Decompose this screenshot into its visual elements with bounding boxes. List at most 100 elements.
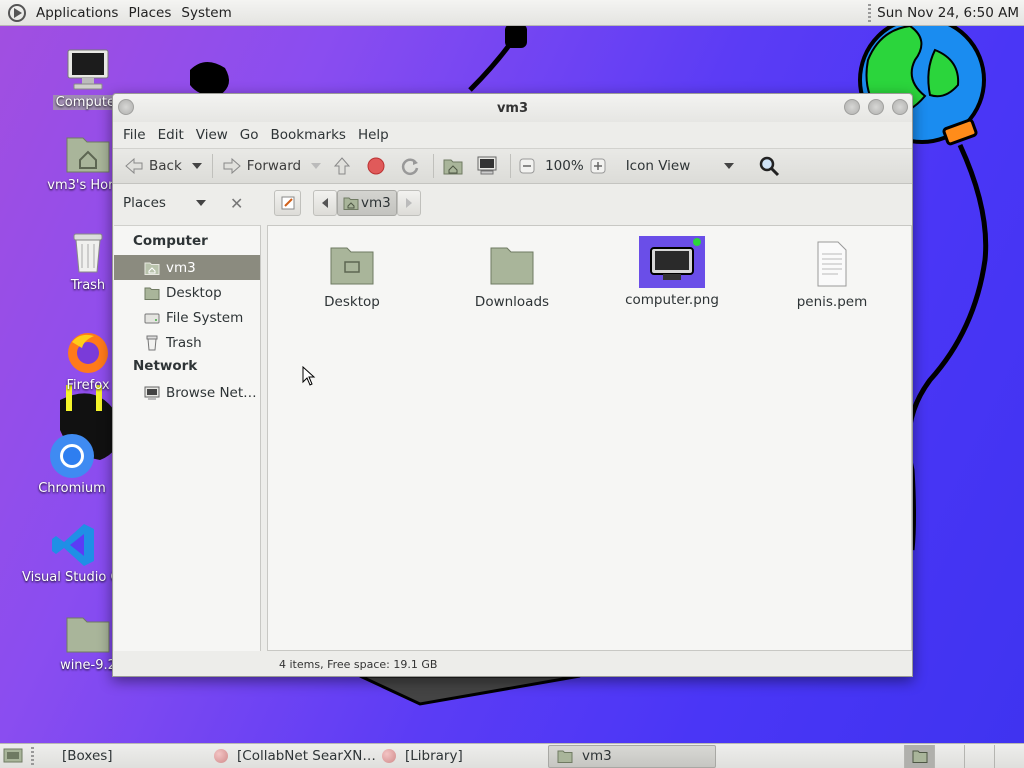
zoom-in-button[interactable] [586, 152, 614, 180]
computer-icon [477, 156, 497, 175]
path-scroll-right[interactable] [396, 190, 421, 216]
up-button[interactable] [327, 152, 361, 180]
menu-bar: File Edit View Go Bookmarks Help [113, 122, 912, 148]
applications-menu[interactable]: Applications [31, 5, 123, 21]
sidebar-item-browse-network[interactable]: Browse Net… [114, 380, 260, 405]
back-button[interactable]: Back [119, 152, 186, 180]
window-menu-button[interactable] [118, 99, 134, 115]
sidebar-item-label: Browse Net… [166, 384, 257, 401]
menu-go[interactable]: Go [234, 127, 265, 143]
forward-arrow-icon [223, 157, 241, 175]
file-view[interactable]: Desktop Downloads computer.png penis.pem [267, 225, 912, 651]
computer-button[interactable] [472, 152, 506, 180]
maximize-button[interactable] [868, 99, 884, 115]
path-bar: vm3 [274, 190, 421, 216]
reload-button[interactable] [395, 152, 429, 180]
task-label: [Boxes] [62, 748, 113, 764]
search-icon [759, 156, 780, 177]
minimize-button[interactable] [844, 99, 860, 115]
chromium-icon [50, 434, 94, 478]
show-desktop-icon[interactable] [3, 747, 23, 765]
browser-icon [382, 749, 396, 763]
workspace-3[interactable] [964, 744, 994, 768]
menu-help[interactable]: Help [352, 127, 395, 143]
search-button[interactable] [754, 152, 788, 180]
workspace-4[interactable] [994, 744, 1024, 768]
network-icon [144, 386, 160, 400]
back-history-dropdown[interactable] [191, 163, 202, 169]
places-menu[interactable]: Places [123, 5, 176, 21]
menu-view[interactable]: View [190, 127, 234, 143]
sidebar-item-file-system[interactable]: File System [114, 305, 260, 330]
distro-logo-icon[interactable] [7, 3, 27, 23]
workspace-1[interactable] [904, 744, 934, 768]
task-label: [CollabNet SearXN… [237, 748, 376, 764]
forward-button[interactable]: Forward [217, 152, 305, 180]
menu-edit[interactable]: Edit [152, 127, 190, 143]
zoom-in-icon [590, 158, 606, 174]
desktop-icon-chromium[interactable]: Chromium [17, 433, 127, 496]
panel-grip[interactable] [31, 747, 34, 765]
mouse-cursor-icon [302, 366, 316, 386]
file-name: Desktop [324, 294, 380, 310]
sidepane-selector-label: Places [123, 195, 166, 211]
zoom-out-button[interactable] [515, 152, 543, 180]
zoom-level[interactable]: 100% [543, 152, 586, 180]
close-sidepane-icon[interactable]: ✕ [230, 194, 243, 213]
file-item-downloads[interactable]: Downloads [452, 240, 572, 310]
home-folder-icon [343, 197, 359, 210]
panel-grip[interactable] [868, 3, 872, 22]
task-collabnet-searxng[interactable]: [CollabNet SearXN… [214, 745, 382, 768]
forward-label: Forward [246, 158, 302, 174]
back-label: Back [149, 158, 182, 174]
sidebar-item-vm3[interactable]: vm3 [114, 255, 260, 280]
path-scroll-left[interactable] [313, 190, 337, 216]
desktop-folder-icon [330, 247, 374, 285]
close-button[interactable] [892, 99, 908, 115]
home-icon [144, 262, 160, 275]
breadcrumb-vm3[interactable]: vm3 [337, 190, 397, 216]
home-button[interactable] [438, 152, 472, 180]
text-file-icon [817, 241, 847, 287]
sidebar-item-label: Desktop [166, 284, 222, 301]
stop-button[interactable] [361, 152, 395, 180]
menu-file[interactable]: File [117, 127, 152, 143]
zoom-out-icon [519, 158, 535, 174]
folder-icon [66, 617, 110, 653]
browser-icon [214, 749, 228, 763]
status-bar: 4 items, Free space: 19.1 GB [113, 651, 912, 677]
reload-icon [401, 158, 419, 175]
desktop-icon-label: wine-9.2 [60, 658, 116, 673]
sidebar-item-desktop[interactable]: Desktop [114, 280, 260, 305]
sidebar-item-label: Trash [166, 334, 202, 351]
vscode-icon [52, 524, 94, 566]
file-item-computer-png[interactable]: computer.png [612, 236, 732, 308]
chevron-down-icon [724, 163, 735, 169]
file-name: computer.png [625, 292, 719, 308]
firefox-icon [68, 333, 108, 373]
desktop-icon-label: Trash [70, 278, 106, 293]
sidebar-item-trash[interactable]: Trash [114, 330, 260, 355]
sidepane-selector[interactable]: Places ✕ [113, 194, 256, 213]
file-item-desktop[interactable]: Desktop [292, 240, 412, 310]
trash-icon [73, 233, 103, 273]
file-item-penis-pem[interactable]: penis.pem [772, 240, 892, 310]
file-name: Downloads [474, 294, 550, 310]
view-mode-select[interactable]: Icon View [622, 152, 745, 180]
window-titlebar[interactable]: vm3 [113, 94, 912, 122]
clock[interactable]: Sun Nov 24, 6:50 AM [877, 5, 1019, 21]
task-library[interactable]: [Library] [382, 745, 548, 768]
sidebar-item-label: vm3 [166, 259, 196, 276]
location-entry-toggle[interactable] [274, 190, 301, 216]
system-menu[interactable]: System [176, 5, 236, 21]
top-panel: Applications Places System Sun Nov 24, 6… [0, 0, 1024, 26]
task-vm3[interactable]: vm3 [548, 744, 716, 768]
forward-history-dropdown[interactable] [311, 163, 322, 169]
workspace-2[interactable] [934, 744, 964, 768]
file-manager-window: vm3 File Edit View Go Bookmarks Help Bac… [112, 93, 913, 677]
task-boxes[interactable]: [Boxes] [54, 745, 214, 768]
edit-location-icon [281, 196, 294, 210]
back-arrow-icon [125, 157, 143, 175]
chevron-right-icon [405, 198, 412, 208]
menu-bookmarks[interactable]: Bookmarks [265, 127, 352, 143]
